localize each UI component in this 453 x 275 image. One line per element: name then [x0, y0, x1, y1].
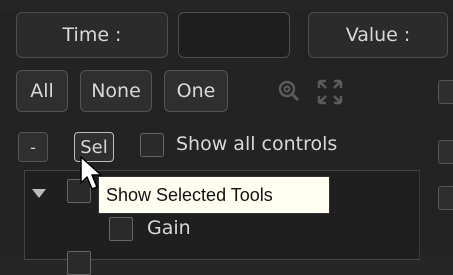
value-label-box: Value : — [308, 12, 448, 58]
minus-button[interactable]: - — [18, 132, 48, 162]
show-all-controls-label: Show all controls — [176, 133, 338, 155]
one-button-label: One — [176, 80, 216, 102]
fit-view-icon[interactable] — [316, 78, 344, 112]
gain-label: Gain — [147, 217, 191, 239]
one-button[interactable]: One — [164, 70, 228, 112]
zoom-icon[interactable] — [276, 78, 302, 110]
mouse-cursor-icon — [80, 156, 104, 196]
minus-label: - — [30, 137, 36, 157]
tree-item-gain[interactable]: Gain — [105, 215, 305, 243]
all-button[interactable]: All — [16, 70, 68, 112]
top-strip — [0, 0, 453, 10]
gain-checkbox[interactable] — [109, 217, 133, 241]
none-button[interactable]: None — [80, 70, 152, 112]
none-button-label: None — [91, 80, 141, 102]
side-button-2[interactable] — [438, 140, 453, 164]
spline-editor-panel: Time : Value : All None One - Sel Show a… — [0, 0, 453, 275]
time-label: Time : — [62, 24, 122, 46]
side-button-3[interactable] — [438, 186, 453, 210]
time-field[interactable] — [178, 12, 290, 58]
sel-label: Sel — [80, 136, 108, 158]
all-button-label: All — [30, 80, 54, 102]
tooltip-text: Show Selected Tools — [106, 184, 273, 205]
expand-triangle-icon[interactable] — [31, 185, 47, 204]
side-button-1[interactable] — [438, 80, 453, 104]
value-label: Value : — [345, 24, 411, 46]
tooltip: Show Selected Tools — [98, 176, 330, 214]
time-label-box: Time : — [16, 12, 168, 58]
show-all-controls-checkbox[interactable] — [140, 133, 164, 157]
